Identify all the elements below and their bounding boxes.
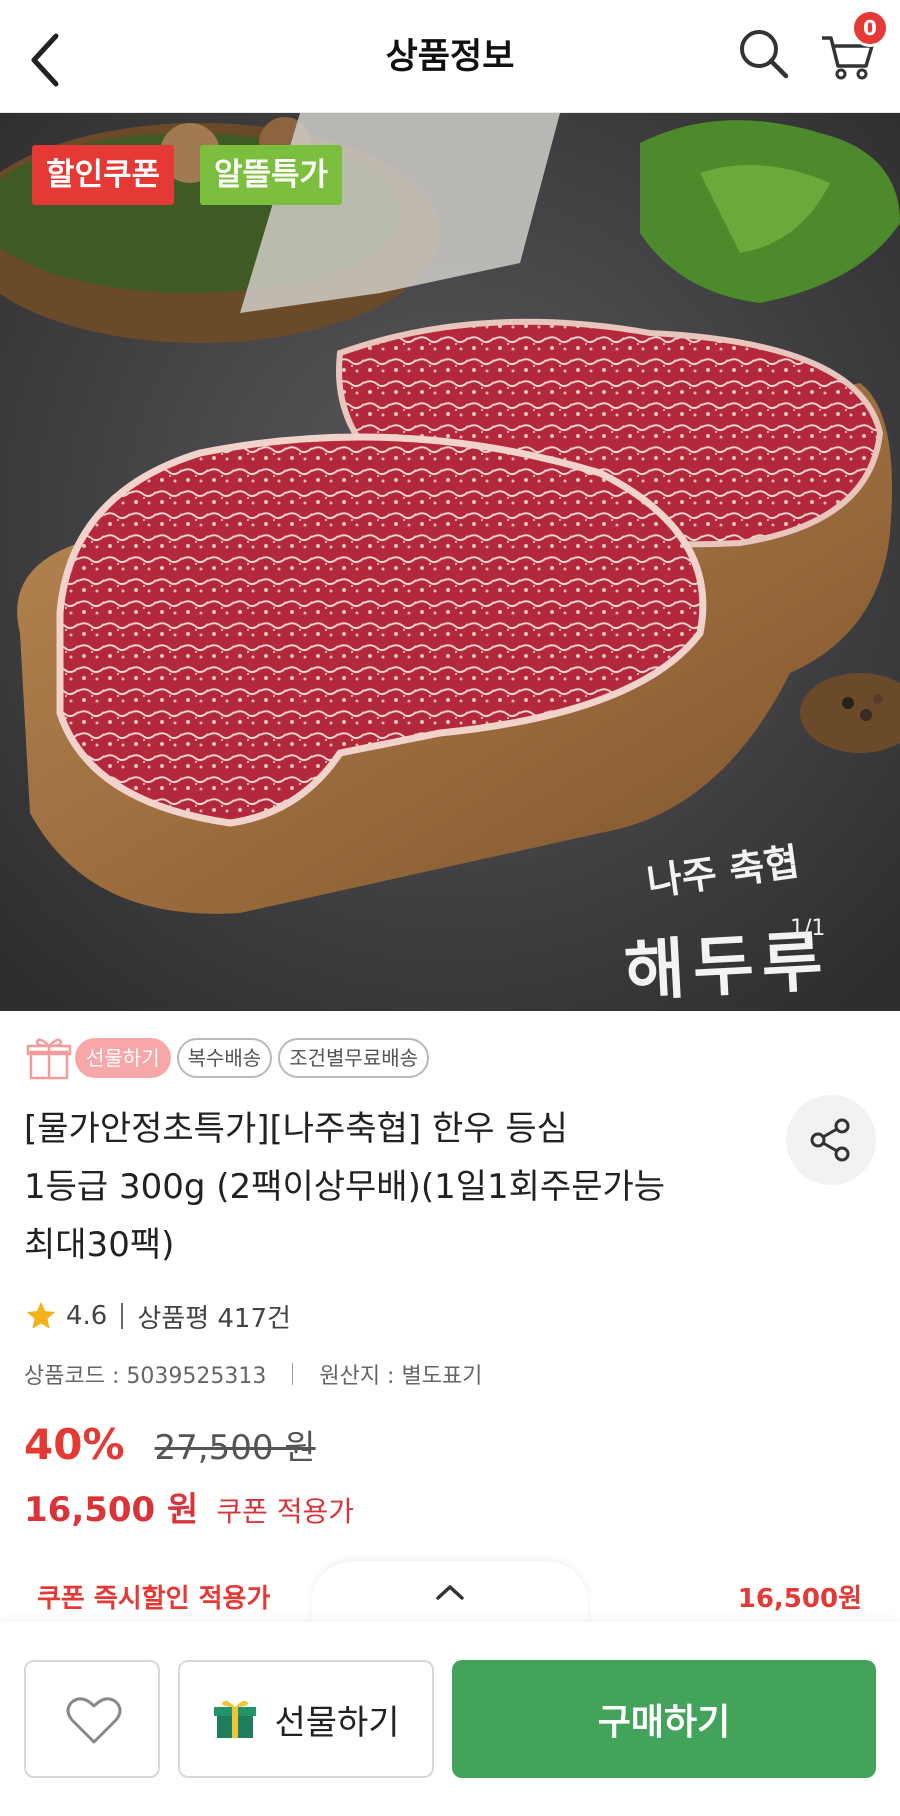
share-button[interactable]: [786, 1095, 876, 1185]
wishlist-button[interactable]: [24, 1660, 160, 1778]
gift-icon: [26, 1038, 72, 1080]
search-icon[interactable]: [736, 26, 792, 82]
coupon-applied-label: 쿠폰 적용가: [216, 1495, 355, 1528]
gift-button-label: 선물하기: [274, 1702, 400, 1743]
price-row: 40% 27,500 원: [24, 1420, 316, 1470]
buy-button-label: 구매하기: [597, 1702, 731, 1743]
sale-price: 16,500 원: [24, 1490, 199, 1530]
bottom-action-bar: 선물하기 구매하기: [0, 1622, 900, 1816]
original-price: 27,500 원: [154, 1428, 316, 1468]
gift-badge: 선물하기: [75, 1038, 171, 1078]
bargain-tag: 알뜰특가: [200, 145, 343, 205]
coupon-strip-price: 16,500원: [737, 1584, 862, 1614]
product-image[interactable]: 할인쿠폰 알뜰특가 나주 축협 해두루 1/1: [0, 113, 900, 1011]
product-name-line: 1등급 300g (2팩이상무배)(1일1회주문가능: [24, 1167, 666, 1207]
cart-count-badge: 0: [851, 9, 889, 47]
badge-row: 선물하기 복수배송 조건별무료배송: [25, 1034, 435, 1082]
divider: [121, 1303, 124, 1329]
sale-price-row: 16,500 원 쿠폰 적용가: [24, 1482, 354, 1531]
rating-value: 4.6: [66, 1301, 108, 1331]
free-shipping-badge: 조건별무료배송: [278, 1038, 430, 1078]
product-name: [물가안정초특가][나주축협] 한우 등심 1등급 300g (2팩이상무배)(…: [24, 1100, 784, 1274]
share-icon: [810, 1118, 850, 1162]
origin: 원산지 : 별도표기: [319, 1364, 483, 1389]
product-meta: 상품코드 : 5039525313 원산지 : 별도표기: [24, 1358, 482, 1390]
review-count[interactable]: 상품평 417건: [137, 1298, 291, 1335]
discount-percent: 40%: [24, 1420, 125, 1469]
rating-row[interactable]: 4.6 상품평 417건: [24, 1296, 291, 1336]
divider: [292, 1363, 294, 1385]
product-name-line: [물가안정초특가][나주축협] 한우 등심: [24, 1109, 568, 1149]
heart-icon: [66, 1697, 122, 1744]
star-icon: [26, 1301, 56, 1329]
chevron-up-icon: [436, 1585, 464, 1600]
product-code: 상품코드 : 5039525313: [24, 1364, 267, 1389]
discount-coupon-tag: 할인쿠폰: [32, 145, 175, 205]
gift-icon: [214, 1700, 257, 1738]
image-counter: 1/1: [790, 916, 826, 941]
multi-delivery-badge: 복수배송: [176, 1038, 273, 1078]
top-app-bar: 상품정보 0: [0, 0, 900, 113]
product-name-line: 최대30팩): [24, 1225, 175, 1265]
buy-button[interactable]: 구매하기: [452, 1660, 876, 1778]
gift-button[interactable]: 선물하기: [178, 1660, 434, 1778]
coupon-strip-label: 쿠폰 즉시할인 적용가: [37, 1584, 271, 1614]
